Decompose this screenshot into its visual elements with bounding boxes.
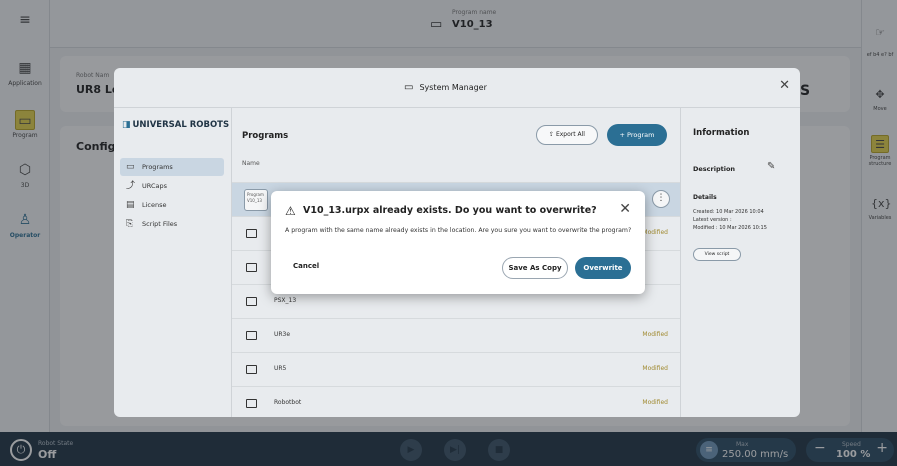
program-row[interactable]: UR3e Modified: [232, 318, 680, 352]
program-row-name: UR5: [274, 365, 287, 372]
dialog-title: V10_13.urpx already exists. Do you want …: [303, 205, 597, 216]
edit-pencil-icon[interactable]: ✎: [767, 161, 775, 172]
ur-logo-icon: ◨: [122, 120, 131, 130]
overwrite-dialog: ⚠ V10_13.urpx already exists. Do you wan…: [271, 191, 645, 294]
description-label: Description: [693, 165, 736, 173]
nav-programs[interactable]: ▭ Programs: [120, 158, 224, 176]
details-label: Details: [693, 194, 717, 201]
nav-script-files-label: Script Files: [142, 220, 178, 228]
export-all-label: Export All: [555, 131, 585, 138]
program-row-name: Robotbot: [274, 399, 302, 406]
urcaps-icon: ⤴: [126, 181, 136, 191]
nav-urcaps-label: URCaps: [142, 182, 167, 190]
program-file-icon: [246, 399, 257, 408]
nav-urcaps[interactable]: ⤴ URCaps: [120, 177, 224, 195]
license-icon: ▤: [126, 200, 135, 210]
program-row-status: Modified: [642, 229, 668, 236]
script-files-icon: ⎘: [126, 219, 134, 229]
latest-version: Latest version :: [693, 217, 732, 223]
brand-logo: ◨ UNIVERSAL ROBOTS: [122, 120, 229, 130]
warning-icon: ⚠: [285, 204, 296, 218]
folder-icon: ▭: [404, 82, 414, 93]
program-row-status: Modified: [642, 365, 668, 372]
save-as-copy-button[interactable]: Save As Copy: [502, 257, 568, 279]
system-manager-nav: ◨ UNIVERSAL ROBOTS ▭ Programs ⤴ URCaps ▤ Lic…: [114, 108, 232, 417]
program-file-icon: [246, 263, 257, 272]
overwrite-button[interactable]: Overwrite: [575, 257, 631, 279]
program-row[interactable]: UR5 Modified: [232, 352, 680, 386]
nav-script-files[interactable]: ⎘ Script Files: [120, 215, 224, 233]
system-manager-close-icon[interactable]: ✕: [779, 78, 790, 93]
add-program-label: Program: [627, 131, 655, 139]
more-options-icon[interactable]: ⋮: [652, 190, 670, 208]
program-row-status: Modified: [642, 399, 668, 406]
created-date: Created: 10 Mar 2026 10:04: [693, 209, 764, 215]
program-file-icon: [246, 331, 257, 340]
program-file-icon: [246, 229, 257, 238]
cancel-button[interactable]: Cancel: [293, 262, 319, 270]
export-all-button[interactable]: ⇪ Export All: [536, 125, 598, 145]
program-row-status: Modified: [642, 331, 668, 338]
system-manager-header: ▭ System Manager ✕: [114, 68, 800, 108]
brand-text: UNIVERSAL ROBOTS: [132, 120, 230, 130]
information-title: Information: [693, 128, 750, 138]
nav-license[interactable]: ▤ License: [120, 196, 224, 214]
system-manager-title-text: System Manager: [419, 83, 487, 92]
selected-program-tag: Program V10_13: [244, 189, 268, 211]
dialog-message: A program with the same name already exi…: [285, 227, 632, 234]
modified-date: Modified : 10 Mar 2026 10:15: [693, 225, 767, 231]
nav-license-label: License: [142, 201, 167, 209]
plus-icon: +: [619, 131, 628, 139]
program-file-icon: [246, 297, 257, 306]
programs-title: Programs: [242, 131, 289, 141]
view-script-button[interactable]: View script: [693, 248, 741, 261]
dialog-close-icon[interactable]: ✕: [619, 201, 631, 217]
program-row[interactable]: Robotbot Modified: [232, 386, 680, 417]
system-manager-title: ▭ System Manager: [404, 82, 487, 93]
nav-programs-label: Programs: [142, 163, 173, 171]
program-file-icon: [246, 365, 257, 374]
add-program-button[interactable]: + Program: [607, 124, 667, 146]
program-row-name: PSX_13: [274, 297, 297, 304]
program-row-name: UR3e: [274, 331, 291, 338]
export-icon: ⇪: [549, 131, 556, 138]
programs-icon: ▭: [126, 162, 135, 172]
information-pane: Information Description ✎ Details Create…: [680, 108, 800, 417]
column-header-name: Name: [242, 160, 260, 167]
